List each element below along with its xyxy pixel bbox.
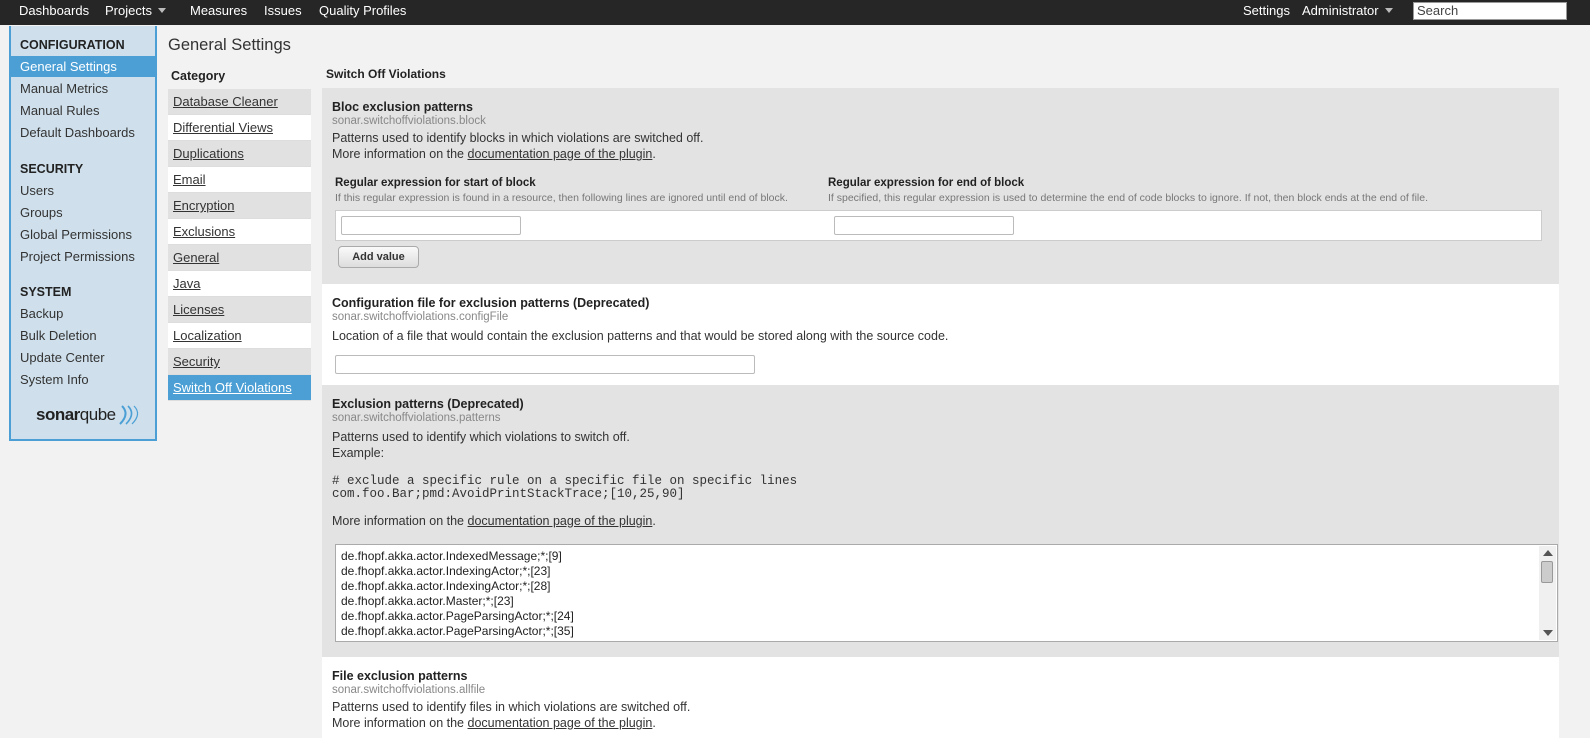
nav-settings[interactable]: Settings <box>1243 0 1290 25</box>
category-switch-off-violations[interactable]: Switch Off Violations <box>168 375 311 401</box>
config-file-input[interactable] <box>335 355 755 374</box>
top-nav-bar: Dashboards Projects Measures Issues Qual… <box>0 0 1590 25</box>
sidebar-item-users[interactable]: Users <box>11 180 155 201</box>
user-menu[interactable]: Administrator <box>1302 0 1393 25</box>
sidebar-heading-configuration: CONFIGURATION <box>20 38 125 52</box>
sidebar-item-global-permissions[interactable]: Global Permissions <box>11 224 155 245</box>
category-encryption[interactable]: Encryption <box>168 193 311 219</box>
sonarqube-logo: sonarqube <box>36 405 116 425</box>
allfile-doc-link[interactable]: documentation page of the plugin <box>468 716 653 730</box>
start-block-input[interactable] <box>341 216 521 235</box>
settings-sidebar: CONFIGURATION General Settings Manual Me… <box>9 26 157 441</box>
end-block-input[interactable] <box>834 216 1014 235</box>
logo-text-bold: sonar <box>36 405 80 424</box>
search-input[interactable]: Search <box>1413 2 1567 20</box>
file-exclusion-panel: File exclusion patterns sonar.switchoffv… <box>322 657 1559 738</box>
exclusion-patterns-panel: Exclusion patterns (Deprecated) sonar.sw… <box>322 385 1559 657</box>
pattern-line: de.fhopf.akka.actor.PageParsingActor;*;[… <box>341 609 574 623</box>
pattern-line: de.fhopf.akka.actor.PageParsingActor;*;[… <box>341 624 574 638</box>
pattern-line: de.fhopf.akka.actor.IndexedMessage;*;[9] <box>341 549 562 563</box>
bloc-doc-link[interactable]: documentation page of the plugin <box>468 147 653 161</box>
category-licenses[interactable]: Licenses <box>168 297 311 323</box>
category-differential-views[interactable]: Differential Views <box>168 115 311 141</box>
sidebar-item-update-center[interactable]: Update Center <box>11 347 155 368</box>
patterns-doc-link[interactable]: documentation page of the plugin <box>468 514 653 528</box>
sonar-waves-icon <box>119 405 139 425</box>
patterns-more-prefix: More information on the <box>332 514 468 528</box>
scroll-down-icon[interactable] <box>1543 630 1553 636</box>
bloc-more-suffix: . <box>652 147 656 161</box>
bloc-more-prefix: More information on the <box>332 147 468 161</box>
allfile-description: Patterns used to identify files in which… <box>332 700 691 714</box>
allfile-more-suffix: . <box>652 716 656 730</box>
pattern-line: de.fhopf.akka.actor.Master;*;[23] <box>341 594 514 608</box>
sidebar-item-manual-rules[interactable]: Manual Rules <box>11 100 155 121</box>
patterns-more-info: More information on the documentation pa… <box>332 514 656 528</box>
category-localization[interactable]: Localization <box>168 323 311 349</box>
scrollbar-thumb[interactable] <box>1541 561 1553 583</box>
pattern-line: de.fhopf.akka.actor.IndexingActor;*;[23] <box>341 564 551 578</box>
bloc-description: Patterns used to identify blocks in whic… <box>332 131 704 145</box>
sidebar-item-backup[interactable]: Backup <box>11 303 155 324</box>
category-database-cleaner[interactable]: Database Cleaner <box>168 89 311 115</box>
category-general[interactable]: General <box>168 245 311 271</box>
scroll-up-icon[interactable] <box>1543 550 1553 556</box>
sidebar-item-general-settings[interactable]: General Settings <box>11 56 155 77</box>
config-file-key: sonar.switchoffviolations.configFile <box>332 311 509 323</box>
allfile-more-prefix: More information on the <box>332 716 468 730</box>
patterns-title: Exclusion patterns (Deprecated) <box>332 397 524 411</box>
patterns-more-suffix: . <box>652 514 656 528</box>
bloc-exclusion-panel: Bloc exclusion patterns sonar.switchoffv… <box>322 88 1559 284</box>
allfile-title: File exclusion patterns <box>332 669 468 683</box>
bloc-key: sonar.switchoffviolations.block <box>332 115 486 127</box>
category-duplications[interactable]: Duplications <box>168 141 311 167</box>
nav-projects[interactable]: Projects <box>105 0 166 25</box>
patterns-example-code: com.foo.Bar;pmd:AvoidPrintStackTrace;[10… <box>332 487 685 501</box>
add-value-button[interactable]: Add value <box>338 246 419 268</box>
block-values-row <box>335 210 1542 241</box>
sidebar-item-manual-metrics[interactable]: Manual Metrics <box>11 78 155 99</box>
sidebar-heading-system: SYSTEM <box>20 285 72 299</box>
logo-text-light: qube <box>79 405 116 424</box>
sidebar-item-default-dashboards[interactable]: Default Dashboards <box>11 122 155 143</box>
textarea-scrollbar[interactable] <box>1539 546 1556 640</box>
nav-measures[interactable]: Measures <box>190 0 247 25</box>
section-title: Switch Off Violations <box>326 67 446 81</box>
start-block-label: Regular expression for start of block <box>335 177 536 189</box>
bloc-title: Bloc exclusion patterns <box>332 100 474 114</box>
category-exclusions[interactable]: Exclusions <box>168 219 311 245</box>
end-block-label: Regular expression for end of block <box>828 177 1025 189</box>
bloc-more-info: More information on the documentation pa… <box>332 147 656 161</box>
patterns-textarea[interactable]: de.fhopf.akka.actor.IndexedMessage;*;[9]… <box>335 544 1558 642</box>
allfile-key: sonar.switchoffviolations.allfile <box>332 684 486 696</box>
nav-issues[interactable]: Issues <box>264 0 302 25</box>
end-block-help: If specified, this regular expression is… <box>828 192 1429 204</box>
page-scrollbar[interactable] <box>1567 26 1590 738</box>
user-name[interactable]: Administrator <box>1302 3 1379 18</box>
sidebar-item-bulk-deletion[interactable]: Bulk Deletion <box>11 325 155 346</box>
config-file-title: Configuration file for exclusion pattern… <box>332 296 650 310</box>
sidebar-item-system-info[interactable]: System Info <box>11 369 155 390</box>
page-title: General Settings <box>168 36 291 54</box>
allfile-more-info: More information on the documentation pa… <box>332 716 656 730</box>
chevron-down-icon[interactable] <box>1384 8 1393 13</box>
nav-dashboards[interactable]: Dashboards <box>19 0 89 25</box>
pattern-line: de.fhopf.akka.actor.IndexingActor;*;[28] <box>341 579 551 593</box>
patterns-description: Patterns used to identify which violatio… <box>332 430 630 444</box>
config-file-panel: Configuration file for exclusion pattern… <box>322 284 1559 385</box>
category-java[interactable]: Java <box>168 271 311 297</box>
category-email[interactable]: Email <box>168 167 311 193</box>
patterns-example-label: Example: <box>332 446 385 460</box>
config-file-description: Location of a file that would contain th… <box>332 329 949 343</box>
category-security[interactable]: Security <box>168 349 311 375</box>
chevron-down-icon[interactable] <box>157 8 166 13</box>
sidebar-item-groups[interactable]: Groups <box>11 202 155 223</box>
nav-quality-profiles[interactable]: Quality Profiles <box>319 0 406 25</box>
patterns-key: sonar.switchoffviolations.patterns <box>332 412 501 424</box>
start-block-help: If this regular expression is found in a… <box>335 192 788 204</box>
category-heading: Category <box>171 69 226 83</box>
sidebar-heading-security: SECURITY <box>20 162 84 176</box>
sidebar-item-project-permissions[interactable]: Project Permissions <box>11 246 155 267</box>
nav-projects-label[interactable]: Projects <box>105 3 152 18</box>
